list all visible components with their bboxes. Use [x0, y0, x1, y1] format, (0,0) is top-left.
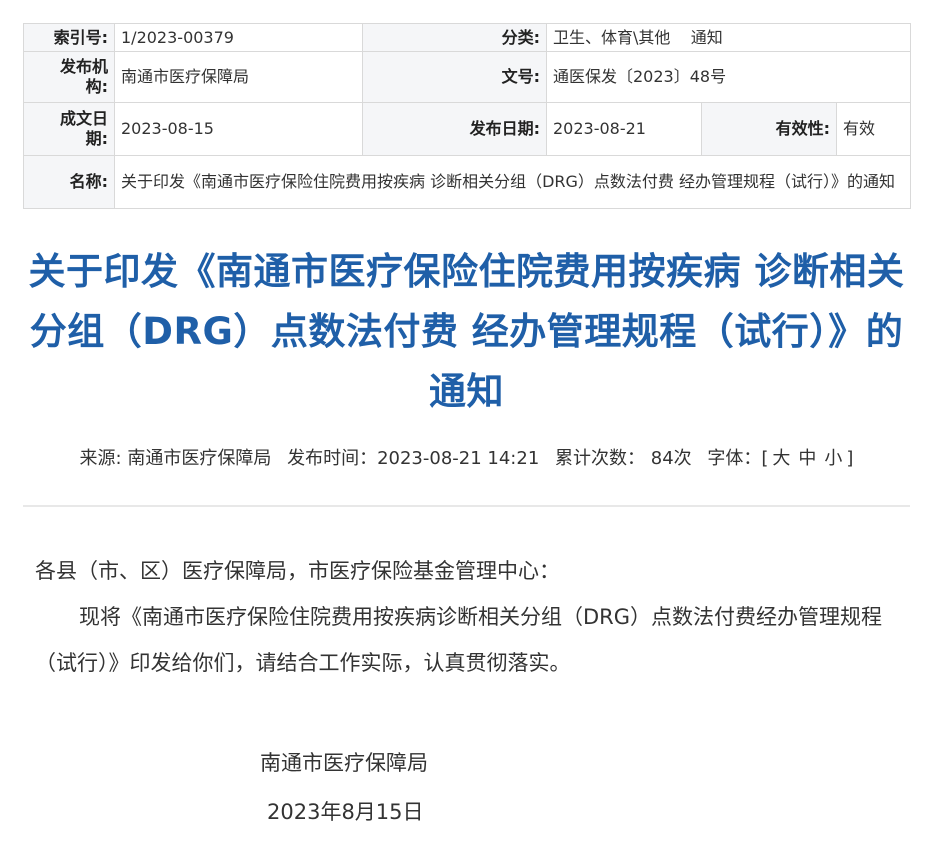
metadata-row-name: 名称: 关于印发《南通市医疗保险住院费用按疾病 诊断相关分组（DRG）点数法付费… — [23, 155, 912, 209]
name-value: 关于印发《南通市医疗保险住院费用按疾病 诊断相关分组（DRG）点数法付费 经办管… — [113, 155, 912, 209]
font-medium-button[interactable]: 中 — [798, 448, 816, 469]
validity-value: 有效 — [835, 102, 912, 156]
font-size-switcher: 字体：[大中小] — [707, 448, 853, 469]
font-size-close-bracket: ] — [846, 448, 854, 469]
created-value: 2023-08-15 — [114, 102, 363, 156]
pubdate-label: 发布日期: — [362, 102, 547, 156]
metadata-table: 索引号: 1/2023-00379 分类: 卫生、体育\其他 通知 发布机构: … — [23, 23, 912, 209]
view-count-text: 累计次数： 84次 — [555, 448, 692, 469]
category-label: 分类: — [362, 23, 547, 52]
font-large-button[interactable]: 大 — [772, 448, 790, 469]
metadata-row-index: 索引号: 1/2023-00379 分类: 卫生、体育\其他 通知 — [23, 23, 912, 52]
signature-date: 2023年8月15日 — [267, 800, 424, 824]
body-paragraph: 现将《南通市医疗保险住院费用按疾病诊断相关分组（DRG）点数法付费经办管理规程（… — [35, 605, 883, 675]
index-value: 1/2023-00379 — [114, 23, 363, 52]
publisher-value: 南通市医疗保障局 — [114, 51, 363, 103]
salutation: 各县（市、区）医疗保障局，市医疗保险基金管理中心： — [35, 559, 560, 583]
article-body: 各县（市、区）医疗保障局，市医疗保险基金管理中心： 现将《南通市医疗保险住院费用… — [35, 548, 900, 686]
metadata-row-dates: 成文日期: 2023-08-15 发布日期: 2023-08-21 有效性: 有… — [23, 102, 912, 156]
page-title: 关于印发《南通市医疗保险住院费用按疾病 诊断相关分组（DRG）点数法付费 经办管… — [28, 250, 905, 413]
created-label: 成文日期: — [59, 109, 108, 148]
metadata-row-publisher: 发布机构: 南通市医疗保障局 文号: 通医保发〔2023〕48号 — [23, 51, 912, 103]
signature-org: 南通市医疗保障局 — [260, 751, 428, 775]
pubdate-value: 2023-08-21 — [546, 102, 702, 156]
name-label: 名称: — [23, 155, 115, 209]
font-size-label: 字体：[ — [707, 448, 769, 469]
index-label: 索引号: — [23, 23, 115, 52]
category-value: 卫生、体育\其他 通知 — [545, 23, 912, 52]
validity-label: 有效性: — [701, 102, 837, 156]
source-text: 来源: 南通市医疗保障局 — [79, 448, 272, 469]
font-small-button[interactable]: 小 — [824, 448, 842, 469]
divider — [23, 505, 910, 507]
publish-time-text: 发布时间：2023-08-21 14:21 — [287, 448, 540, 469]
docno-label: 文号: — [362, 51, 547, 103]
publisher-label: 发布机构: — [59, 57, 108, 96]
article-info-bar: 来源: 南通市医疗保障局 发布时间：2023-08-21 14:21 累计次数：… — [23, 445, 910, 473]
docno-value: 通医保发〔2023〕48号 — [545, 51, 912, 103]
